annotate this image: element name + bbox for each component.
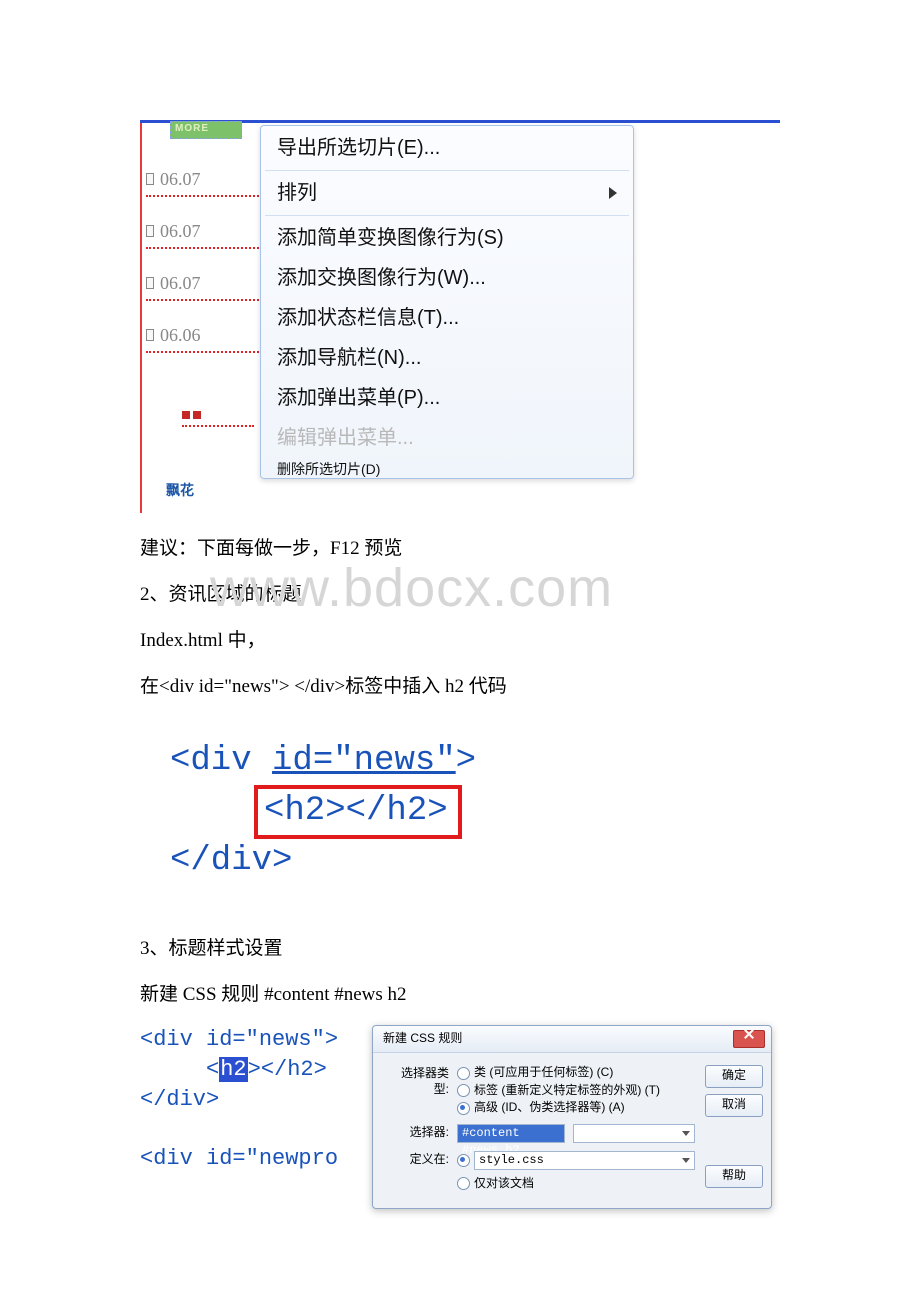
dialog-buttons: 确定 取消 帮助 (705, 1065, 761, 1195)
radio-icon (457, 1102, 470, 1115)
selector-input[interactable]: #content #news h2 (457, 1124, 565, 1143)
list-item: 06.07 (146, 271, 270, 301)
code-line: <div id="news"> (170, 739, 780, 785)
list-item: 06.06 (146, 323, 270, 353)
menu-edit-popup: 编辑弹出菜单... (261, 418, 633, 458)
help-button[interactable]: 帮助 (705, 1165, 763, 1188)
radio-icon (457, 1067, 470, 1080)
option-label: 仅对该文档 (474, 1176, 534, 1192)
ok-button[interactable]: 确定 (705, 1065, 763, 1088)
menu-label: 添加简单变换图像行为(S) (277, 228, 504, 248)
red-highlight-box: <h2></h2> (254, 785, 462, 839)
paragraph-advice: 建议：下面每做一步，F12 预览 (140, 531, 780, 567)
menu-add-swap-image[interactable]: 添加交换图像行为(W)... (261, 258, 633, 298)
menu-add-popup[interactable]: 添加弹出菜单(P)... (261, 378, 633, 418)
menu-label: 导出所选切片(E)... (277, 138, 440, 158)
pixel-label: 飘花 (166, 483, 194, 497)
menu-label: 添加弹出菜单(P)... (277, 388, 440, 408)
menu-add-simple-swap[interactable]: 添加简单变换图像行为(S) (261, 218, 633, 258)
indicator-row (182, 411, 254, 427)
dialog-form: 选择器类型: 类 (可应用于任何标签) (C) 标签 (重新定义特定标签的外观)… (387, 1065, 695, 1195)
radio-icon (457, 1084, 470, 1097)
menu-label: 排列 (277, 183, 317, 203)
menu-export-slice[interactable]: 导出所选切片(E)... (261, 128, 633, 168)
list-item: 06.07 (146, 167, 270, 197)
red-square-icon (182, 411, 190, 419)
radio-icon (457, 1177, 470, 1190)
cancel-button[interactable]: 取消 (705, 1094, 763, 1117)
radio-icon (457, 1154, 470, 1167)
label-define-in: 定义在: (387, 1151, 449, 1168)
menu-label: 编辑弹出菜单... (277, 428, 414, 448)
label-selector-type: 选择器类型: (387, 1065, 449, 1097)
label-selector: 选择器: (387, 1124, 449, 1141)
new-css-rule-dialog: 新建 CSS 规则 选择器类型: 类 (可应用于任何标签) (C) (372, 1025, 772, 1208)
radio-tag[interactable]: 标签 (重新定义特定标签的外观) (T) (457, 1083, 695, 1099)
dialog-titlebar: 新建 CSS 规则 (373, 1026, 771, 1053)
menu-add-statusbar[interactable]: 添加状态栏信息(T)... (261, 298, 633, 338)
screenshot-code-h2: <div id="news"> <h2></h2> </div> (170, 739, 780, 885)
option-label: 高级 (ID、伪类选择器等) (A) (474, 1100, 625, 1116)
option-label: 标签 (重新定义特定标签的外观) (T) (474, 1083, 660, 1099)
document-page: MORE 06.07 06.07 06.07 06.06 飘花 导出所选切片(E… (0, 0, 920, 1269)
more-tab: MORE (170, 121, 242, 139)
date-text: 06.07 (160, 273, 201, 293)
radio-stylecss[interactable]: style.css (457, 1151, 695, 1170)
paragraph-step3: 3、标题样式设置 (140, 931, 780, 967)
code-line: <h2></h2> (170, 785, 462, 839)
date-text: 06.06 (160, 325, 201, 345)
code-line: </div> (170, 839, 780, 885)
menu-label: 添加交换图像行为(W)... (277, 268, 486, 288)
option-label: 类 (可应用于任何标签) (C) (474, 1065, 613, 1081)
design-canvas-left: MORE 06.07 06.07 06.07 06.06 飘花 (140, 123, 262, 513)
date-text: 06.07 (160, 221, 201, 241)
radio-class[interactable]: 类 (可应用于任何标签) (C) (457, 1065, 695, 1081)
menu-cutoff-row: 删除所选切片(D) (261, 458, 633, 476)
paragraph-indexhtml: Index.html 中， (140, 623, 780, 659)
date-text: 06.07 (160, 169, 201, 189)
radio-advanced[interactable]: 高级 (ID、伪类选择器等) (A) (457, 1100, 695, 1116)
context-menu: 导出所选切片(E)... 排列 添加简单变换图像行为(S) 添加交换图像行为(W… (260, 125, 634, 479)
dialog-title: 新建 CSS 规则 (383, 1031, 462, 1047)
red-square-icon (193, 411, 201, 419)
paragraph-insert-h2: 在<div id="news"> </div>标签中插入 h2 代码 (140, 669, 780, 705)
stylesheet-dropdown[interactable]: style.css (474, 1151, 695, 1170)
selector-dropdown[interactable] (573, 1124, 695, 1143)
radio-this-doc[interactable]: 仅对该文档 (457, 1176, 695, 1192)
menu-arrange[interactable]: 排列 (261, 173, 633, 213)
menu-label: 添加导航栏(N)... (277, 348, 421, 368)
screenshot-context-menu: MORE 06.07 06.07 06.07 06.06 飘花 导出所选切片(E… (140, 120, 780, 513)
chevron-right-icon (609, 187, 617, 199)
menu-label: 添加状态栏信息(T)... (277, 308, 459, 328)
paragraph-step2: 2、资讯区域的标题 (140, 577, 780, 613)
list-item: 06.07 (146, 219, 270, 249)
screenshot-css-dialog: <div id="news"> <h2></h2> </div> <div id… (140, 1025, 780, 1208)
menu-add-navbar[interactable]: 添加导航栏(N)... (261, 338, 633, 378)
code-panel: <div id="news"> <h2></h2> </div> <div id… (140, 1025, 368, 1173)
paragraph-new-css-rule: 新建 CSS 规则 #content #news h2 (140, 977, 780, 1013)
close-icon[interactable] (733, 1030, 765, 1048)
